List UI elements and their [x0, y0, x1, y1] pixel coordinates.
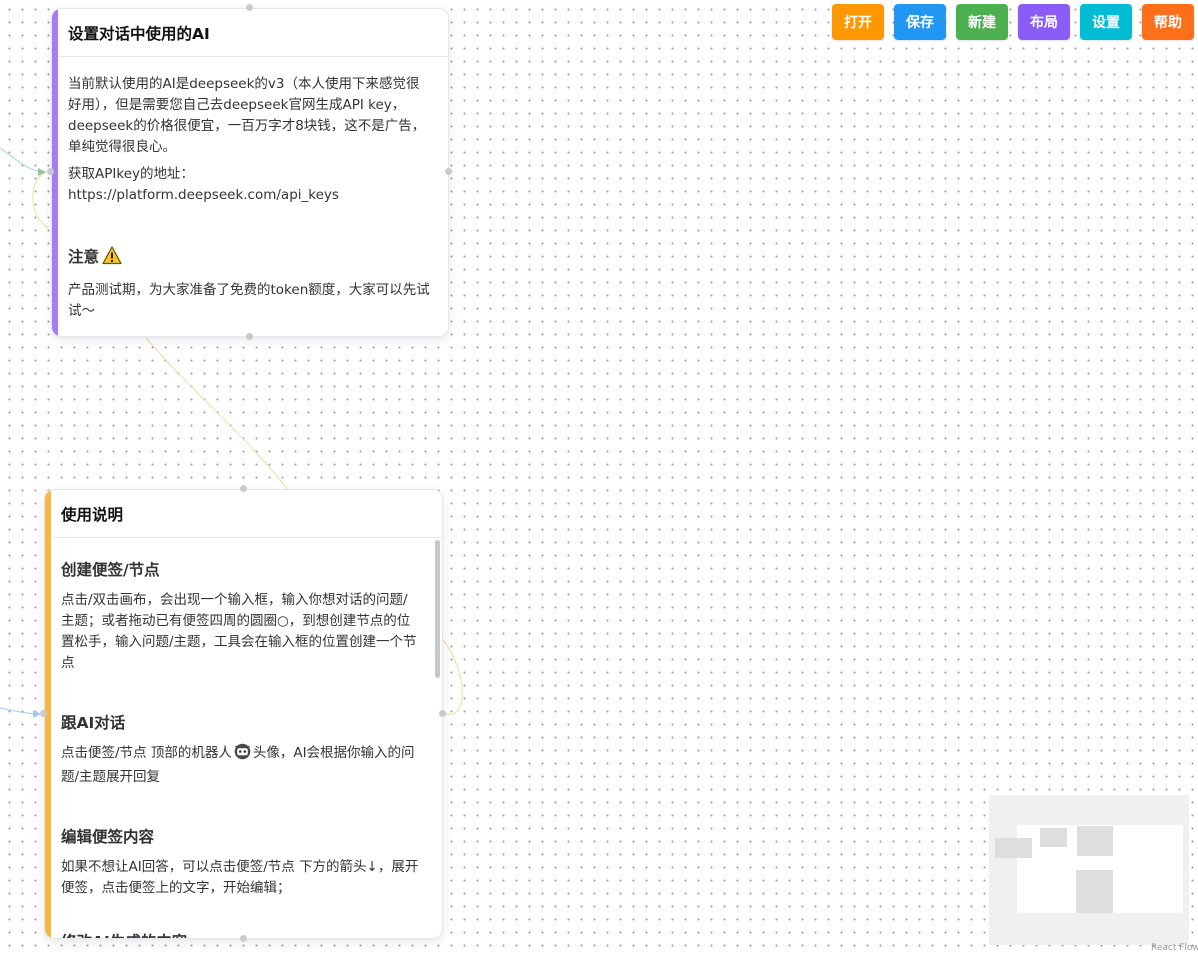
open-button[interactable]: 打开 [832, 4, 884, 40]
section-heading: 跟AI对话 [61, 714, 126, 732]
usage-help-node[interactable]: 使用说明 创建便签/节点 点击/双击画布，会出现一个输入框，输入你想对话的问题/… [44, 489, 443, 939]
apikey-label: 获取APIkey的地址： [68, 166, 194, 182]
connection-handle-right[interactable] [439, 710, 446, 717]
notice-heading-text: 注意 [68, 248, 100, 266]
connection-handle-bottom[interactable] [246, 333, 253, 340]
ai-description: 当前默认使用的AI是deepseek的v3（本人使用下来感觉很好用），但是需要您… [68, 76, 426, 155]
edge-yellow-left [32, 171, 49, 229]
scrollbar-thumb[interactable] [435, 540, 440, 678]
toolbar: 打开 保存 新建 布局 设置 帮助 [832, 4, 1194, 40]
minimap-node [995, 838, 1032, 858]
edge-arrow-ai [38, 168, 46, 176]
connection-handle-left[interactable] [47, 168, 54, 175]
ai-settings-node[interactable]: 设置对话中使用的AI 当前默认使用的AI是deepseek的v3（本人使用下来感… [51, 8, 449, 337]
section-text: 如果不想让AI回答，可以点击便签/节点 下方的箭头↓，展开便签，点击便签上的文字… [61, 859, 419, 896]
notice-text: 产品测试期，为大家准备了免费的token额度，大家可以先试试～ [68, 282, 430, 319]
node-body[interactable]: 当前默认使用的AI是deepseek的v3（本人使用下来感觉很好用），但是需要您… [52, 57, 448, 322]
warning-icon [102, 246, 122, 272]
save-button[interactable]: 保存 [894, 4, 946, 40]
react-flow-attribution[interactable]: React Flow [1151, 943, 1198, 953]
new-button[interactable]: 新建 [956, 4, 1008, 40]
node-body-scroll[interactable]: 创建便签/节点 点击/双击画布，会出现一个输入框，输入你想对话的问题/主题；或者… [45, 538, 442, 938]
apikey-url: https://platform.deepseek.com/api_keys [68, 187, 339, 203]
node-title: 使用说明 [61, 505, 124, 524]
connection-handle-bottom[interactable] [240, 935, 247, 942]
connection-handle-top[interactable] [246, 4, 253, 11]
section-heading: 编辑便签内容 [61, 828, 155, 846]
section-heading: 创建便签/节点 [61, 561, 160, 579]
layout-button[interactable]: 布局 [1018, 4, 1070, 40]
settings-button[interactable]: 设置 [1080, 4, 1132, 40]
edge-connector [145, 337, 289, 491]
section-text: 点击/双击画布，会出现一个输入框，输入你想对话的问题/主题；或者拖动已有便签四周… [61, 592, 417, 671]
notice-heading: 注意 [68, 245, 432, 272]
edge-teal [0, 147, 47, 173]
edge-right-loop [442, 639, 463, 715]
node-header: 设置对话中使用的AI [52, 9, 448, 57]
minimap-node [1076, 870, 1113, 913]
edge-blue [0, 707, 41, 715]
connection-handle-top[interactable] [240, 485, 247, 492]
node-title: 设置对话中使用的AI [68, 24, 210, 43]
robot-icon [234, 743, 251, 767]
minimap-node [1077, 826, 1113, 856]
minimap[interactable] [989, 795, 1189, 945]
section-text-before: 点击便签/节点 顶部的机器人 [61, 745, 232, 761]
node-header: 使用说明 [45, 490, 442, 538]
minimap-node [1040, 828, 1067, 847]
section-text: 点击便签/节点 顶部的机器人 头像，AI会根据你输入的问题/主题展开回复 [61, 743, 420, 788]
connection-handle-right[interactable] [445, 168, 452, 175]
connection-handle-left[interactable] [40, 710, 47, 717]
help-button[interactable]: 帮助 [1142, 4, 1194, 40]
